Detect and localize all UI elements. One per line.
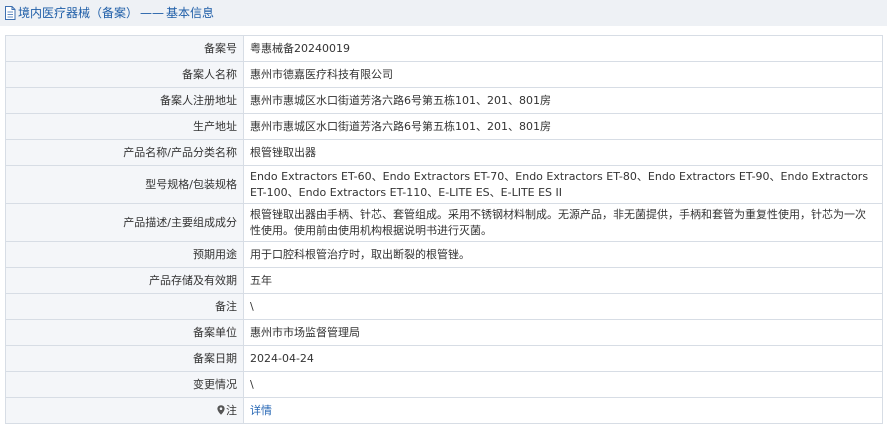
row-label: 产品名称/产品分类名称 (5, 139, 244, 166)
row-label: 型号规格/包装规格 (5, 165, 244, 204)
document-icon (5, 6, 16, 20)
row-label: 备案人名称 (5, 61, 244, 88)
table-row: 备案号 粤惠械备20240019 (5, 35, 883, 62)
row-label: 产品描述/主要组成成分 (5, 203, 244, 242)
row-label: 变更情况 (5, 371, 244, 398)
table-row: 备案单位 惠州市市场监督管理局 (5, 319, 883, 346)
row-value: 五年 (243, 267, 883, 294)
row-label: 备案号 (5, 35, 244, 62)
row-value: 粤惠械备20240019 (243, 35, 883, 62)
row-label: 备案日期 (5, 345, 244, 372)
row-value: Endo Extractors ET-60、Endo Extractors ET… (243, 165, 883, 204)
row-label: 备注 (5, 293, 244, 320)
table-row: 预期用途 用于口腔科根管治疗时，取出断裂的根管锉。 (5, 241, 883, 268)
breadcrumb-page: 基本信息 (166, 6, 215, 20)
row-label: 预期用途 (5, 241, 244, 268)
table-row: 产品存储及有效期 五年 (5, 267, 883, 294)
note-label-text: 注 (226, 403, 237, 417)
row-value: 惠州市市场监督管理局 (243, 319, 883, 346)
table-row: 产品描述/主要组成成分 根管锉取出器由手柄、针芯、套管组成。采用不锈钢材料制成。… (5, 203, 883, 242)
row-value: 惠州市德嘉医疗科技有限公司 (243, 61, 883, 88)
row-value: \ (243, 293, 883, 320)
table-row-note: 注 详情 (5, 397, 883, 424)
row-value: 根管锉取出器 (243, 139, 883, 166)
table-row: 备案日期 2024-04-24 (5, 345, 883, 372)
row-label: 产品存储及有效期 (5, 267, 244, 294)
row-value: 用于口腔科根管治疗时，取出断裂的根管锉。 (243, 241, 883, 268)
note-value: 详情 (243, 397, 883, 424)
note-label: 注 (5, 397, 244, 424)
table-row: 备注 \ (5, 293, 883, 320)
table-row: 备案人注册地址 惠州市惠城区水口街道芳洛六路6号第五栋101、201、801房 (5, 87, 883, 114)
breadcrumb-section[interactable]: 境内医疗器械（备案） (18, 6, 138, 20)
detail-link[interactable]: 详情 (250, 404, 272, 417)
row-value: 根管锉取出器由手柄、针芯、套管组成。采用不锈钢材料制成。无源产品，非无菌提供，手… (243, 203, 883, 242)
row-label: 备案人注册地址 (5, 87, 244, 114)
row-value: 惠州市惠城区水口街道芳洛六路6号第五栋101、201、801房 (243, 113, 883, 140)
row-label: 备案单位 (5, 319, 244, 346)
breadcrumb: 境内医疗器械（备案） —— 基本信息 (18, 6, 214, 20)
table-row: 生产地址 惠州市惠城区水口街道芳洛六路6号第五栋101、201、801房 (5, 113, 883, 140)
table-row: 产品名称/产品分类名称 根管锉取出器 (5, 139, 883, 166)
row-value: \ (243, 371, 883, 398)
breadcrumb-bar: 境内医疗器械（备案） —— 基本信息 (0, 0, 887, 26)
table-row: 型号规格/包装规格 Endo Extractors ET-60、Endo Ext… (5, 165, 883, 204)
map-pin-icon (217, 404, 225, 415)
row-value: 2024-04-24 (243, 345, 883, 372)
row-value: 惠州市惠城区水口街道芳洛六路6号第五栋101、201、801房 (243, 87, 883, 114)
basic-info-table: 备案号 粤惠械备20240019 备案人名称 惠州市德嘉医疗科技有限公司 备案人… (5, 35, 883, 424)
table-row: 备案人名称 惠州市德嘉医疗科技有限公司 (5, 61, 883, 88)
breadcrumb-separator: —— (140, 6, 165, 20)
row-label: 生产地址 (5, 113, 244, 140)
table-row: 变更情况 \ (5, 371, 883, 398)
